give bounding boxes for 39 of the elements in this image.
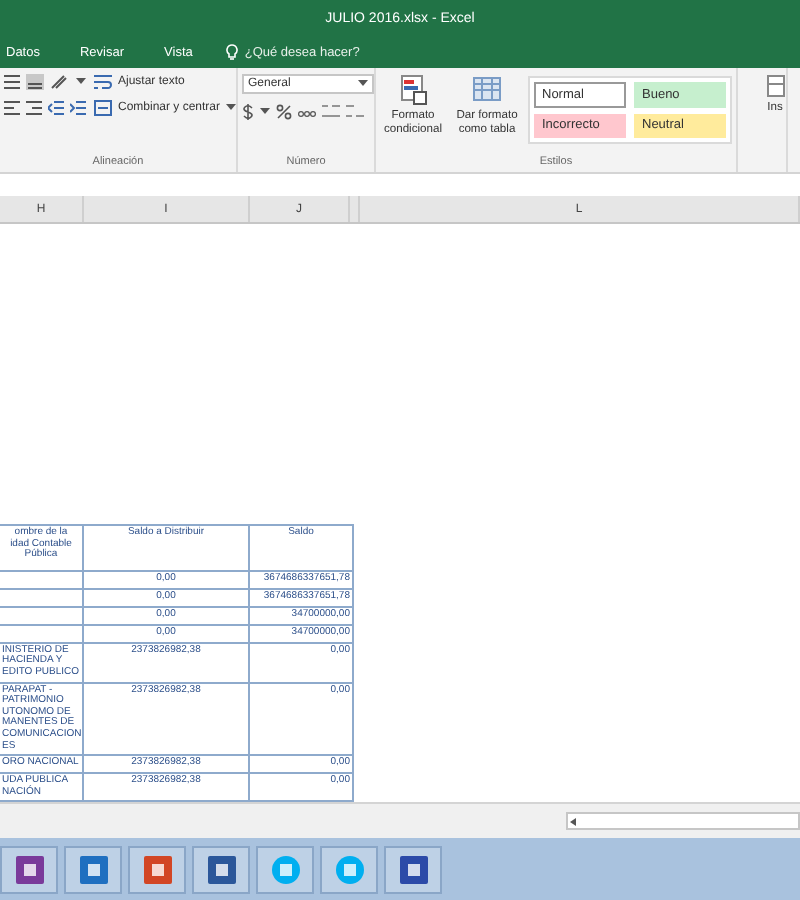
lightbulb-icon xyxy=(226,44,239,60)
align-bottom-icon xyxy=(26,74,44,90)
orientation-icon xyxy=(50,74,70,90)
table-cell xyxy=(0,589,84,608)
app-icon xyxy=(205,853,237,885)
taskbar-app-button[interactable] xyxy=(0,845,58,893)
scroll-left-icon xyxy=(568,815,580,827)
app-icon xyxy=(13,853,45,885)
app-icon xyxy=(333,853,365,885)
align-left-icon xyxy=(4,100,20,116)
caret-icon xyxy=(226,104,237,112)
increase-decimal-icon xyxy=(322,104,340,120)
taskbar-app-button[interactable] xyxy=(64,845,122,893)
increase-indent-icon xyxy=(70,100,86,116)
taskbar-app-button[interactable] xyxy=(384,845,442,893)
taskbar-app-button[interactable] xyxy=(128,845,186,893)
decrease-decimal-icon xyxy=(346,104,364,120)
app-icon xyxy=(269,853,301,885)
table-cell xyxy=(0,625,84,644)
conditional-format-icon xyxy=(399,74,427,106)
app-icon xyxy=(141,853,173,885)
decrease-indent-icon xyxy=(48,100,64,116)
table-cell xyxy=(0,607,84,626)
align-right-icon xyxy=(26,100,42,116)
caret-icon xyxy=(358,80,368,88)
app-icon xyxy=(397,853,429,885)
insert-cells-icon xyxy=(765,74,785,98)
horizontal-scrollbar[interactable] xyxy=(566,812,800,830)
taskbar-app-button[interactable] xyxy=(192,845,250,893)
merge-cells-icon xyxy=(94,100,112,116)
caret-icon xyxy=(76,78,86,86)
table-cell xyxy=(0,571,84,590)
align-lines-icon xyxy=(4,74,20,90)
caret-icon xyxy=(260,108,270,116)
percent-icon xyxy=(276,104,292,120)
table-format-icon xyxy=(471,74,503,106)
app-icon xyxy=(77,853,109,885)
currency-icon xyxy=(242,104,254,120)
wrap-text-icon xyxy=(94,74,112,90)
